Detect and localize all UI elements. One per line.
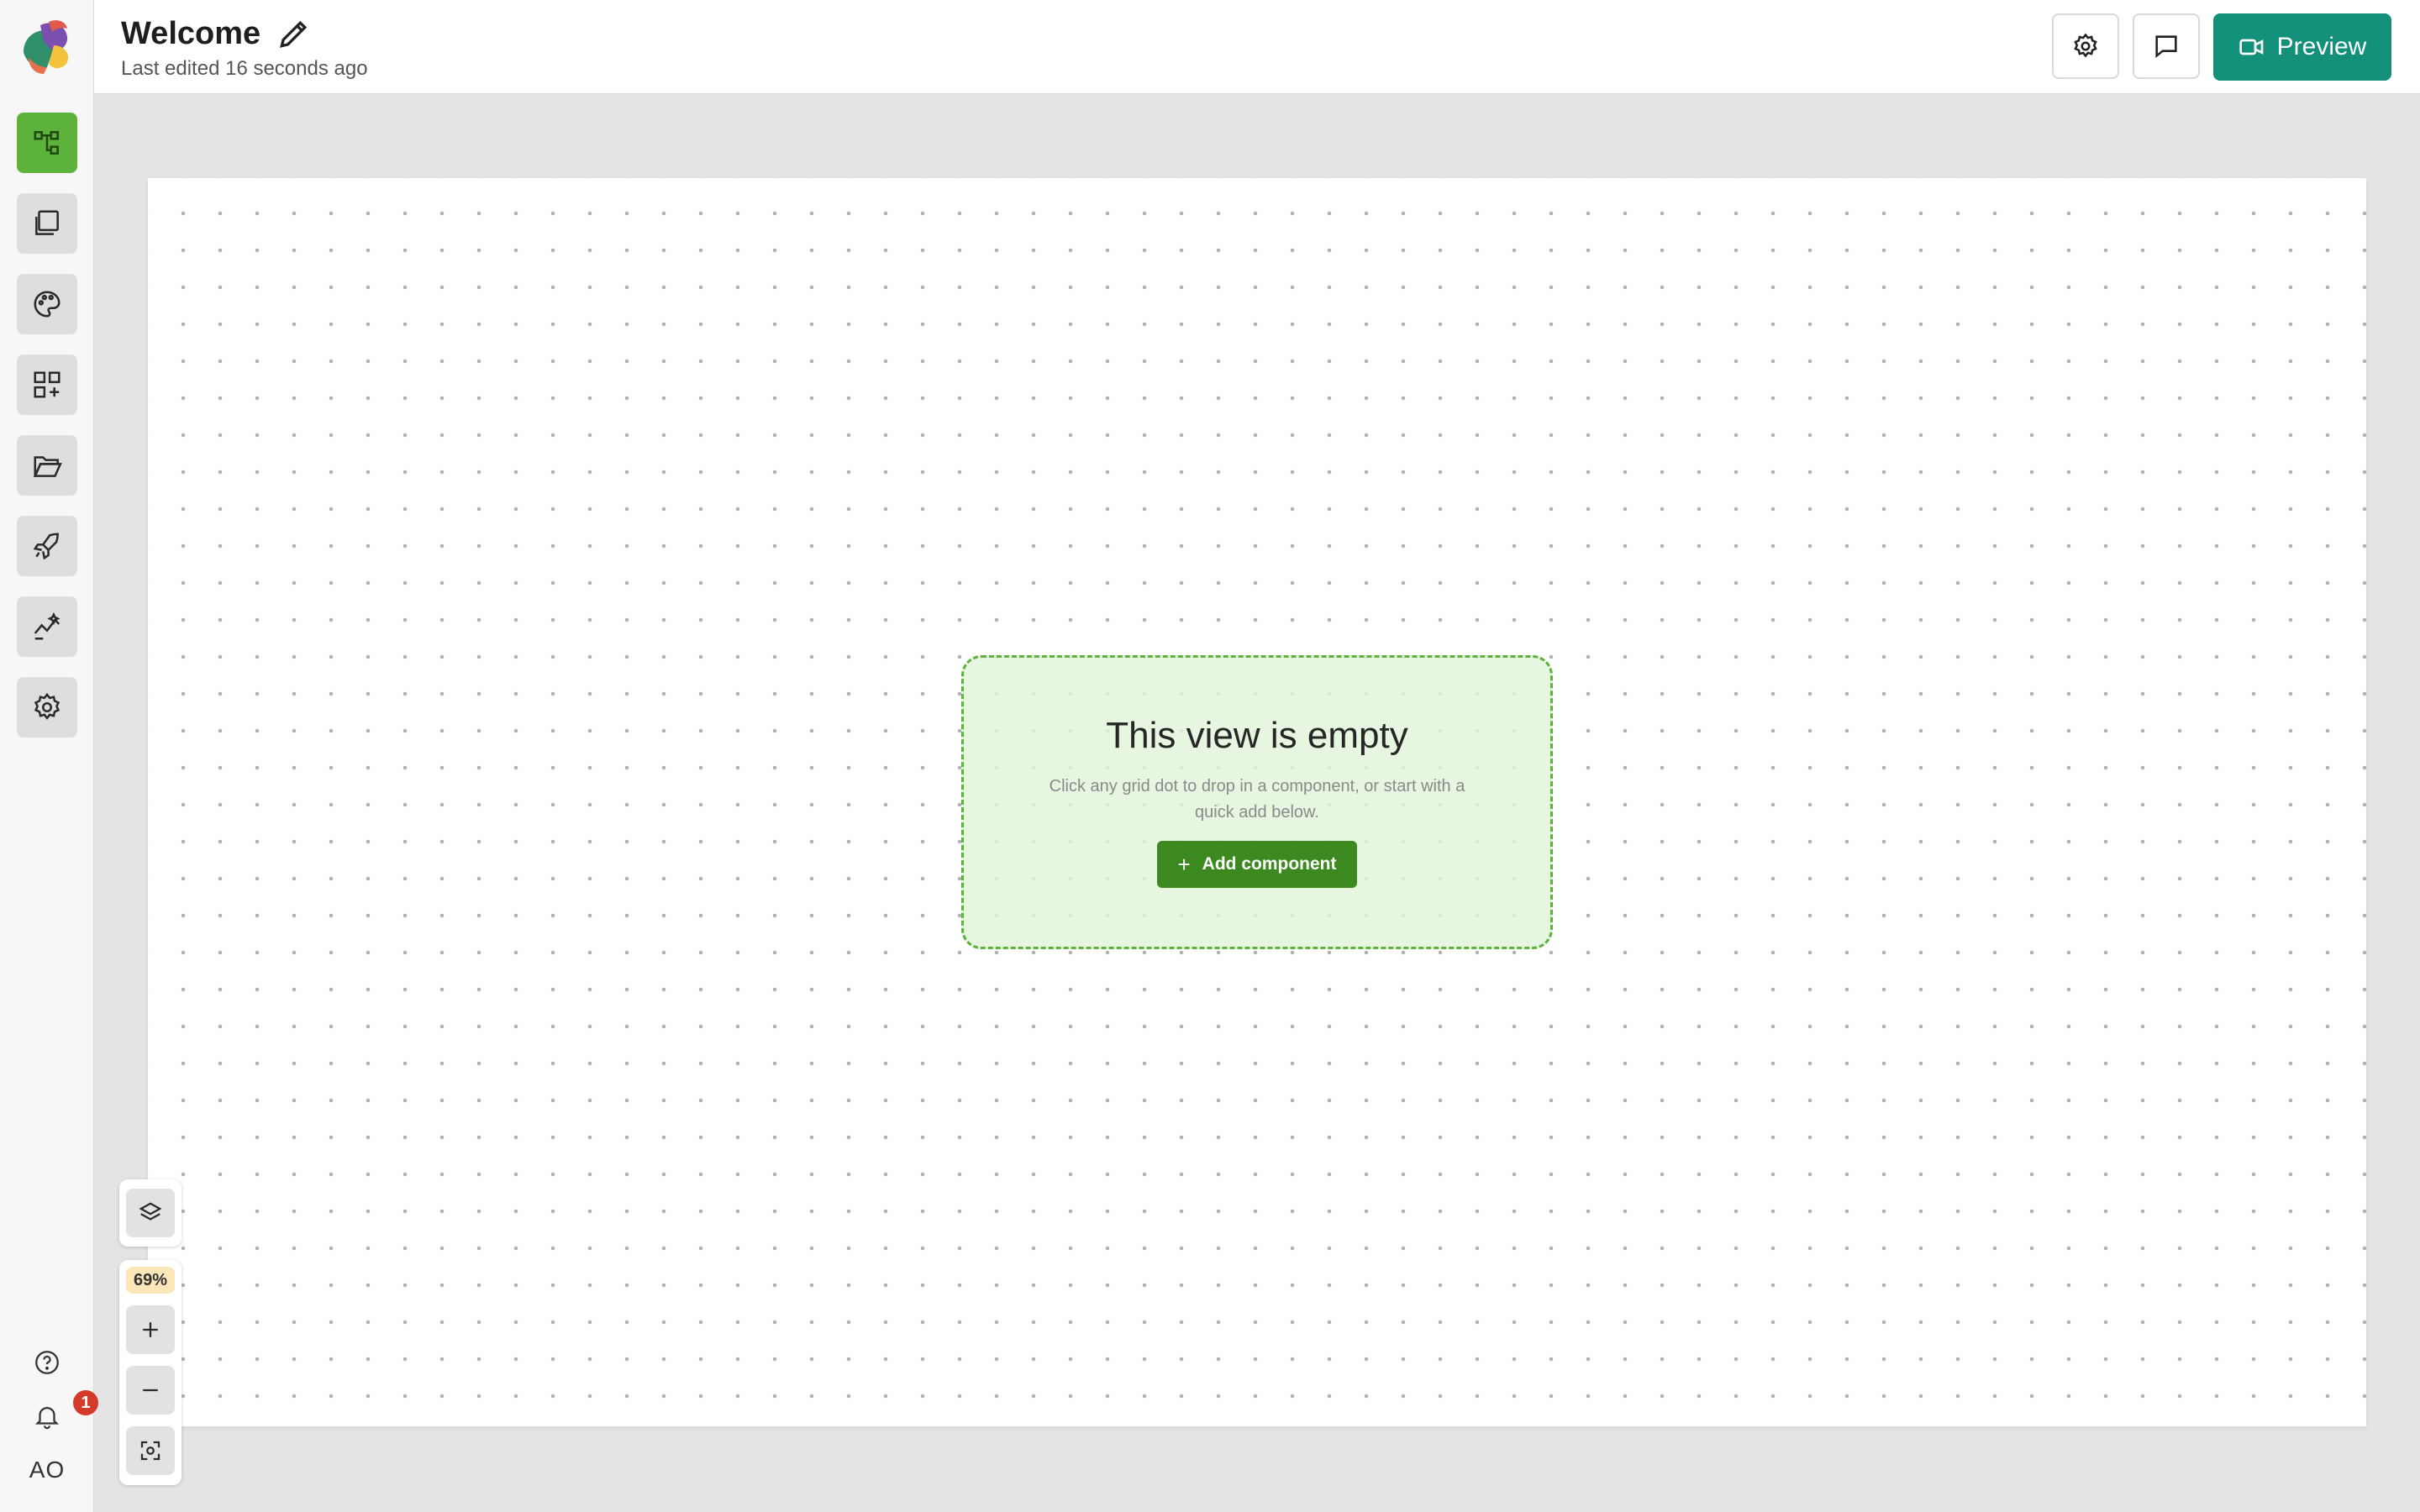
sidebar-item-pages[interactable] [17, 193, 77, 254]
help-icon [35, 1351, 59, 1374]
notifications-button[interactable]: 1 [0, 1390, 98, 1433]
preview-label: Preview [2276, 33, 2367, 60]
empty-state-title: This view is empty [1106, 715, 1408, 756]
zoom-to-fit-button[interactable] [126, 1426, 175, 1475]
last-edited-text: Last edited 16 seconds ago [121, 57, 368, 80]
preview-button[interactable]: Preview [2213, 13, 2391, 81]
video-icon [2238, 39, 2263, 55]
comments-button[interactable] [2133, 13, 2200, 79]
sidebar-item-settings[interactable] [17, 677, 77, 738]
folder-icon [33, 456, 62, 477]
plus-icon [143, 1322, 158, 1337]
gear-icon [2074, 33, 2097, 58]
zoom-in-button[interactable] [126, 1305, 175, 1354]
sidebar-item-files[interactable] [17, 435, 77, 496]
pencil-icon [280, 20, 308, 48]
notification-badge: 1 [73, 1390, 98, 1415]
analytics-icon [34, 612, 60, 640]
empty-state-card: This view is empty Click any grid dot to… [961, 655, 1553, 949]
empty-state-description: Click any grid dot to drop in a componen… [1049, 777, 1465, 822]
page-title: Welcome [121, 15, 261, 51]
avatar[interactable]: AO [0, 1453, 94, 1487]
app-logo[interactable] [15, 15, 79, 79]
plus-icon: + [1177, 851, 1191, 877]
settings-button[interactable] [2052, 13, 2119, 79]
zoom-out-button[interactable] [126, 1366, 175, 1415]
edit-title-button[interactable] [276, 15, 313, 52]
avatar-initials: AO [29, 1457, 66, 1483]
rocket-icon [33, 533, 59, 560]
layers-button[interactable] [126, 1189, 175, 1237]
sidebar: 1 AO [0, 0, 98, 1512]
diagram-icon [34, 131, 59, 155]
pages-icon [35, 210, 59, 235]
layers-icon [139, 1202, 162, 1221]
sidebar-item-analytics[interactable] [17, 596, 77, 657]
help-button[interactable] [0, 1346, 94, 1379]
zoom-controls: 69% [119, 1260, 182, 1485]
layers-panel [119, 1179, 182, 1247]
add-component-button[interactable]: + Add component [1157, 841, 1357, 888]
add-component-label: Add component [1202, 854, 1337, 874]
palette-icon [34, 291, 60, 318]
bell-icon [34, 1407, 60, 1430]
header: Welcome Last edited 16 seconds ago Previ… [94, 0, 2420, 94]
settings-icon [34, 692, 60, 720]
components-icon [34, 371, 60, 398]
canvas[interactable]: This view is empty Click any grid dot to… [148, 178, 2366, 1426]
sidebar-item-diagram[interactable] [17, 113, 77, 173]
sidebar-item-publish[interactable] [17, 516, 77, 576]
sidebar-item-components[interactable] [17, 354, 77, 415]
title-row: Welcome [121, 15, 313, 52]
focus-icon [140, 1441, 160, 1461]
zoom-level: 69% [126, 1267, 175, 1294]
minus-icon [143, 1389, 158, 1392]
comment-icon [2155, 35, 2177, 58]
sidebar-item-theme[interactable] [17, 274, 77, 334]
